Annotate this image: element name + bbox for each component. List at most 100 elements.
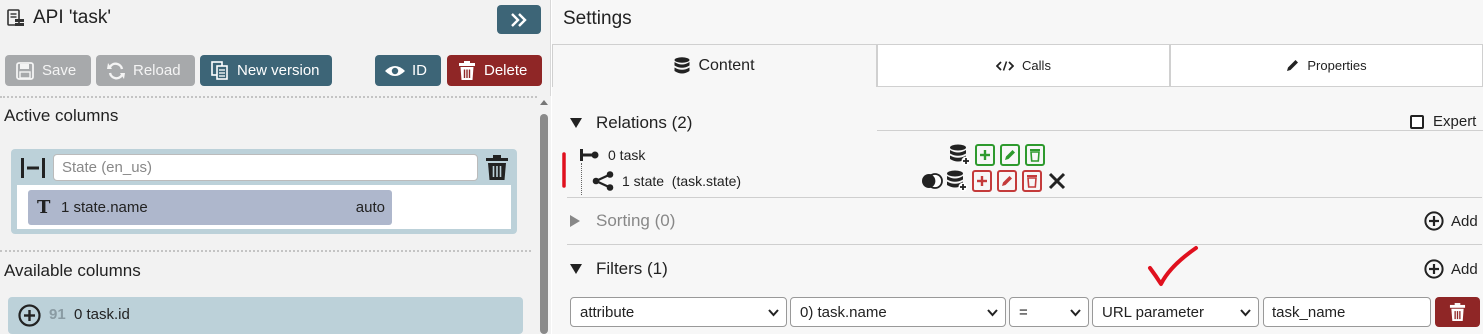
tab-calls-label: Calls [1022, 58, 1051, 73]
section-divider [567, 244, 1482, 245]
relation-label: 0 task [608, 147, 646, 163]
filters-section-toggle[interactable]: Filters (1) [570, 257, 668, 281]
relation-row[interactable]: 0 task [578, 145, 645, 165]
sorting-section-toggle[interactable]: Sorting (0) [570, 209, 675, 233]
tab-properties[interactable]: Properties [1170, 44, 1483, 87]
add-document-icon[interactable] [974, 144, 996, 166]
expert-toggle[interactable]: Expert [1410, 113, 1476, 130]
add-filter-label: Add [1451, 260, 1478, 278]
add-filter-button[interactable]: Add [1424, 259, 1478, 279]
active-column-label: 1 state.name [61, 199, 148, 216]
delete-document-icon[interactable] [1024, 144, 1046, 166]
filter-kind-select[interactable]: attribute [570, 297, 787, 327]
active-column-chip[interactable]: T 1 state.name auto [28, 190, 392, 225]
filter-operator-value: = [1019, 303, 1028, 321]
left-scrollbar[interactable] [537, 96, 551, 334]
chevron-down-icon [768, 309, 779, 317]
copy-document-icon [209, 60, 231, 81]
column-group[interactable]: T 1 state.name auto [11, 149, 517, 234]
filter-field-value: 0) task.name [800, 303, 887, 321]
eye-icon [384, 61, 406, 81]
filter-mode-select[interactable]: URL parameter [1092, 297, 1259, 327]
add-sorting-button[interactable]: Add [1424, 211, 1478, 231]
expert-checkbox[interactable] [1410, 114, 1424, 129]
red-mark-annotation [562, 152, 566, 188]
database-icon [674, 56, 690, 76]
add-circle-icon [1424, 259, 1444, 279]
new-version-label: New version [237, 62, 320, 79]
delete-document-icon[interactable] [1021, 170, 1043, 192]
refresh-icon [105, 61, 127, 81]
delete-group-trash-icon[interactable] [485, 155, 509, 181]
save-label: Save [42, 62, 77, 79]
relation-actions [921, 170, 1071, 192]
delete-button[interactable]: Delete [447, 55, 542, 86]
database-add-icon[interactable] [949, 144, 971, 166]
add-circle-icon[interactable] [18, 304, 41, 327]
section-divider [0, 250, 531, 252]
edit-document-icon[interactable] [999, 144, 1021, 166]
tab-content-label: Content [698, 57, 755, 74]
filter-field-select[interactable]: 0) task.name [790, 297, 1006, 327]
red-checkmark-annotation [1148, 246, 1198, 286]
available-column-count: 91 [49, 306, 66, 323]
add-document-icon[interactable] [971, 170, 993, 192]
relation-actions [949, 144, 1049, 166]
id-label: ID [412, 62, 427, 79]
api-editor-panel: API 'task' Save Reload New version ID De… [0, 0, 551, 334]
scroll-up-arrow-icon[interactable] [540, 100, 548, 105]
expand-panel-button[interactable] [497, 5, 541, 34]
caret-down-icon [570, 264, 582, 274]
relation-branch-icon [592, 171, 614, 191]
tab-properties-label: Properties [1307, 58, 1367, 73]
join-type-icon[interactable] [921, 170, 943, 192]
section-divider [567, 197, 1482, 198]
settings-panel: Settings Content Calls Properties Relati… [552, 0, 1483, 334]
chevron-down-icon [1240, 309, 1251, 317]
filter-kind-value: attribute [580, 303, 635, 321]
add-circle-icon [1424, 211, 1444, 231]
edit-document-icon[interactable] [996, 170, 1018, 192]
floppy-disk-icon [14, 61, 36, 81]
relations-heading: Relations (2) [596, 113, 693, 132]
active-column-mode: auto [355, 199, 385, 216]
double-chevron-right-icon [511, 12, 527, 27]
delete-filter-button[interactable] [1435, 297, 1480, 327]
column-separator-icon[interactable] [20, 157, 46, 179]
settings-tabs: Content Calls Properties [552, 44, 1483, 131]
relation-row[interactable]: 1 state (task.state) [592, 171, 741, 191]
text-type-icon: T [37, 197, 51, 218]
relations-section-toggle[interactable]: Relations (2) [570, 111, 692, 135]
database-add-icon[interactable] [946, 170, 968, 192]
pencil-icon [1286, 59, 1299, 72]
id-button[interactable]: ID [375, 55, 441, 86]
relation-label: 1 state (task.state) [622, 173, 742, 189]
reload-button[interactable]: Reload [96, 55, 195, 86]
relation-tree-line [581, 163, 582, 195]
filter-mode-value: URL parameter [1102, 303, 1204, 321]
filter-value-input[interactable] [1263, 297, 1431, 327]
server-doc-icon [7, 9, 24, 26]
trash-icon [1449, 302, 1466, 321]
reload-label: Reload [133, 62, 181, 79]
sorting-heading: Sorting (0) [596, 211, 676, 230]
tabs-underline [877, 130, 1483, 131]
add-sorting-label: Add [1451, 212, 1478, 230]
tab-content[interactable]: Content [552, 44, 877, 87]
remove-relation-x-icon[interactable] [1046, 170, 1068, 192]
filter-operator-select[interactable]: = [1009, 297, 1089, 327]
column-group-title-input[interactable] [53, 154, 478, 181]
save-button[interactable]: Save [5, 55, 91, 86]
scroll-thumb[interactable] [540, 114, 548, 334]
tab-calls[interactable]: Calls [877, 44, 1170, 87]
available-column-item[interactable]: 91 0 task.id [8, 297, 523, 334]
available-column-label: 0 task.id [74, 306, 130, 323]
expert-label: Expert [1433, 113, 1477, 130]
filter-row: attribute 0) task.name = URL parameter [570, 297, 1482, 327]
code-icon [996, 60, 1015, 71]
delete-label: Delete [484, 62, 528, 79]
new-version-button[interactable]: New version [200, 55, 332, 86]
caret-right-icon [570, 215, 580, 227]
chevron-down-icon [1070, 309, 1081, 317]
columns-area: Active columns T 1 state.name au [0, 96, 537, 334]
